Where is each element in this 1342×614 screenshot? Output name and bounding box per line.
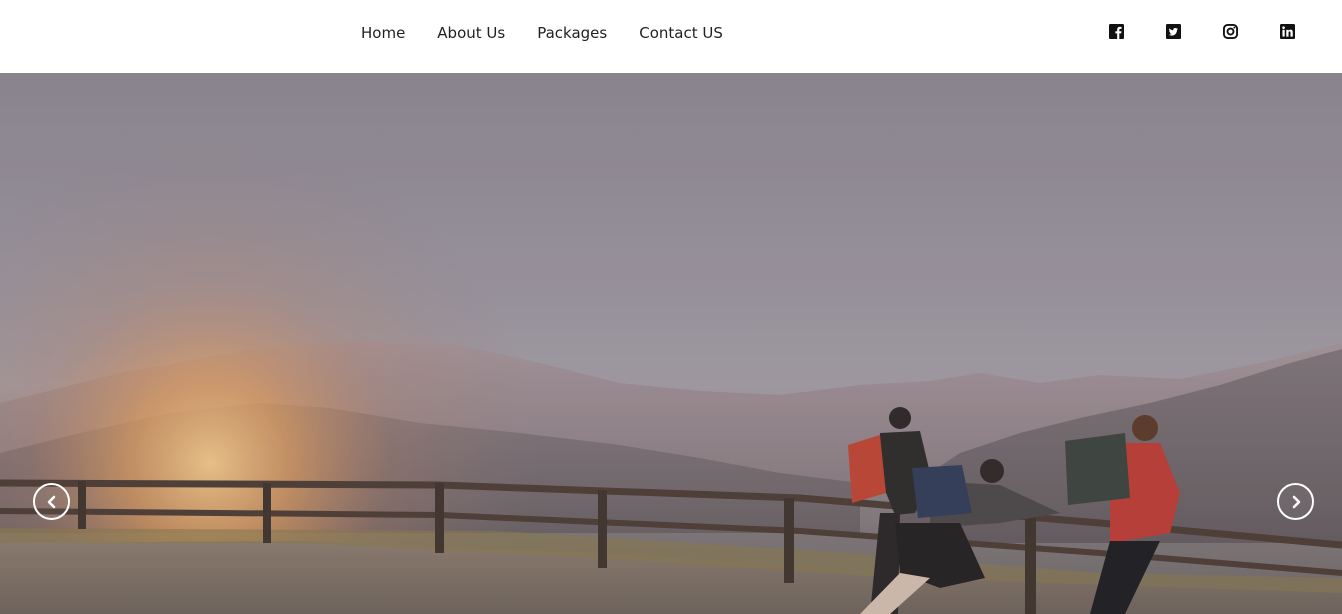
- hero-image: [0, 73, 1342, 614]
- linkedin-icon[interactable]: [1280, 24, 1295, 39]
- facebook-icon[interactable]: [1109, 24, 1124, 39]
- carousel-next-button[interactable]: [1277, 483, 1314, 520]
- chevron-right-icon: [1292, 495, 1300, 508]
- hero-carousel: [0, 73, 1342, 614]
- nav-link-packages[interactable]: Packages: [537, 23, 607, 43]
- instagram-icon[interactable]: [1223, 24, 1238, 39]
- twitter-icon[interactable]: [1166, 24, 1181, 39]
- social-links: [1109, 24, 1295, 39]
- nav-link-contact-us[interactable]: Contact US: [639, 23, 723, 43]
- carousel-prev-button[interactable]: [33, 483, 70, 520]
- chevron-left-icon: [47, 495, 55, 508]
- main-nav: Home About Us Packages Contact US: [361, 23, 723, 43]
- nav-link-home[interactable]: Home: [361, 23, 405, 43]
- top-navbar: Home About Us Packages Contact US: [0, 0, 1342, 73]
- nav-link-about-us[interactable]: About Us: [437, 23, 505, 43]
